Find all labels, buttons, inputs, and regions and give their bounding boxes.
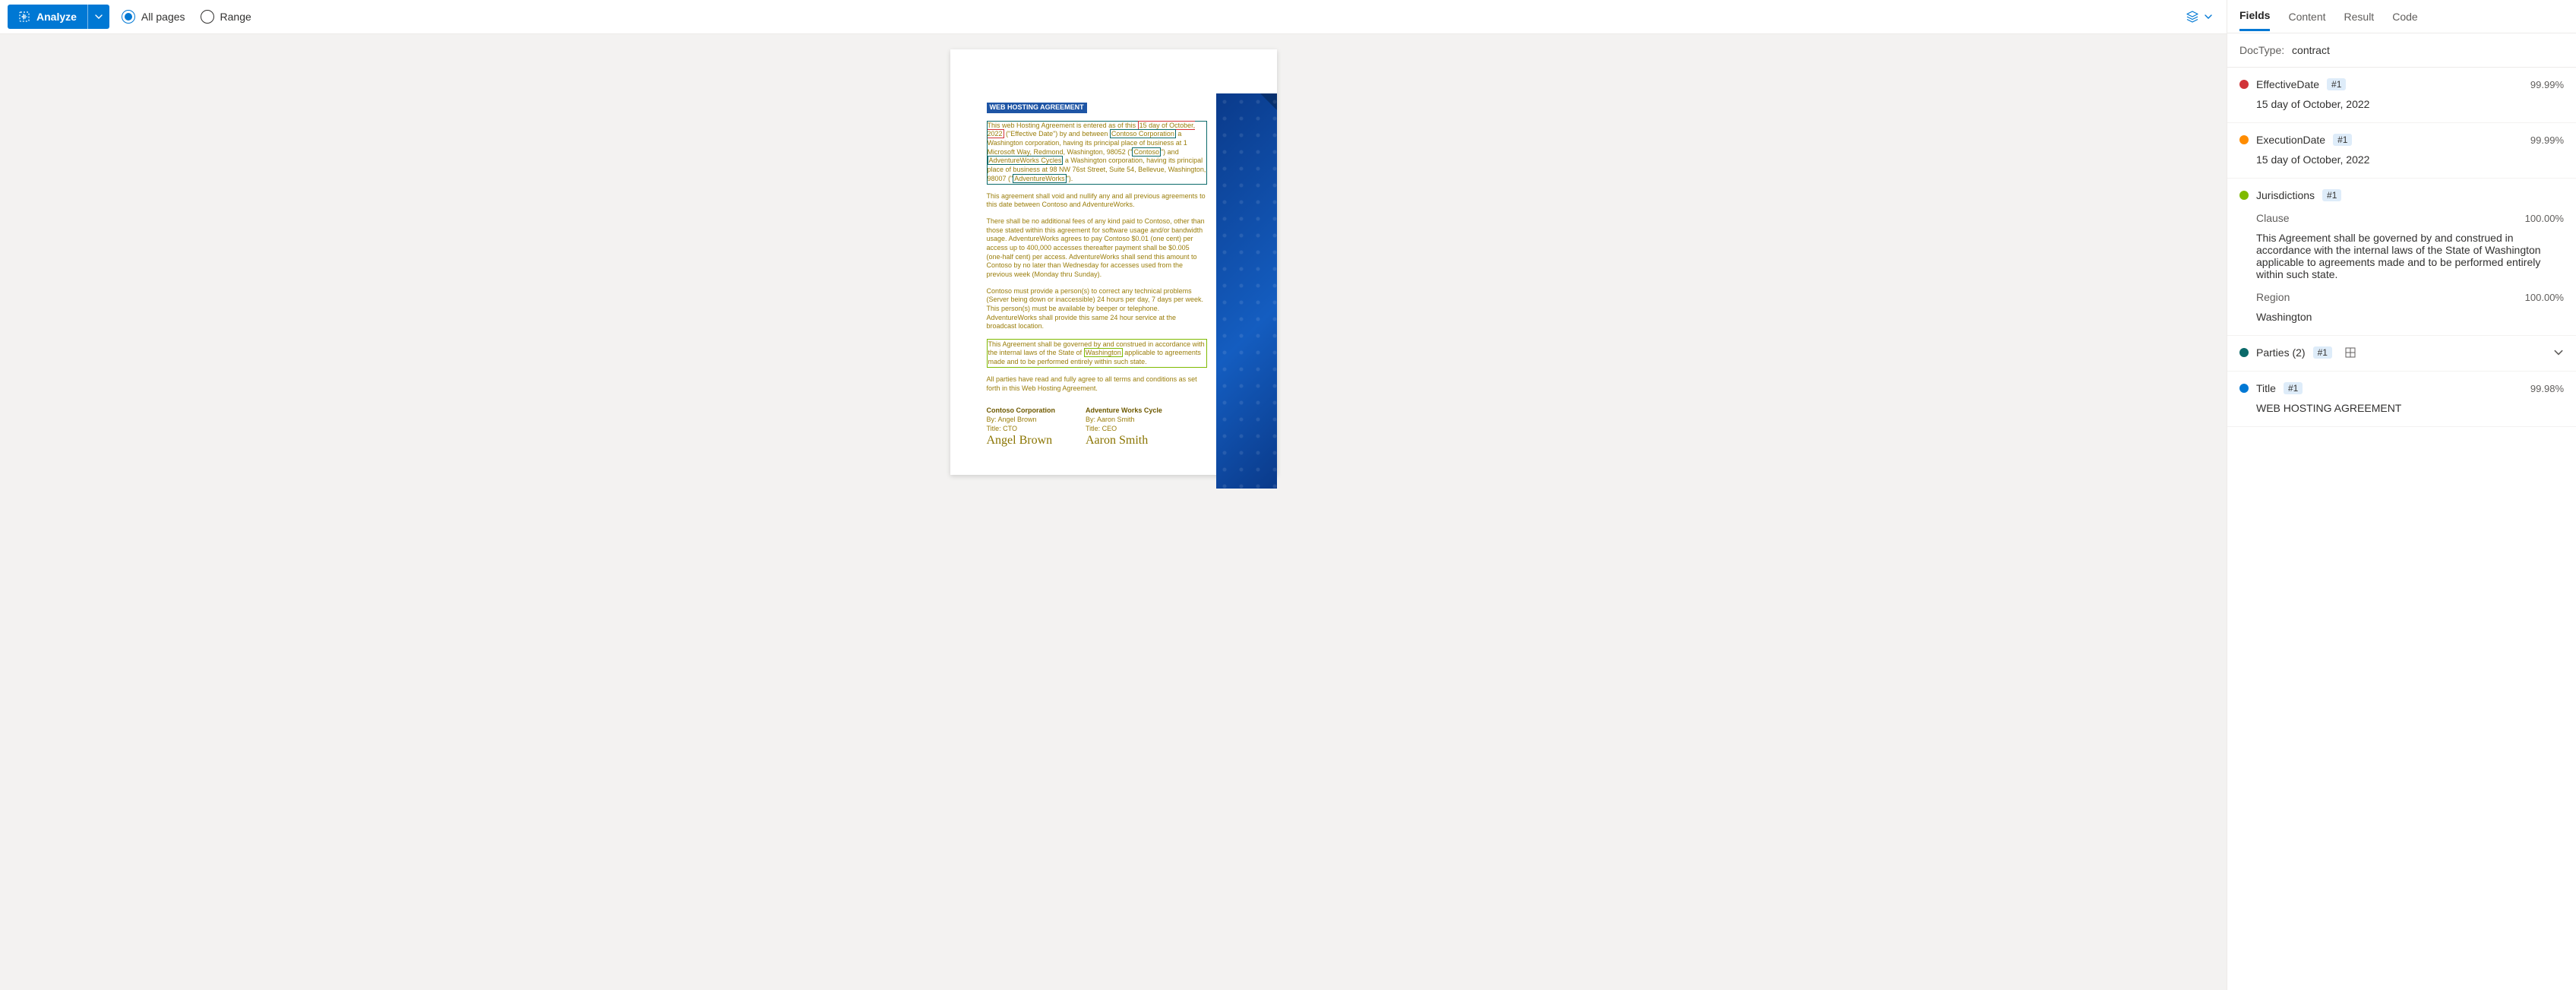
radio-icon: [122, 10, 135, 24]
confidence-value: 100.00%: [2525, 213, 2564, 224]
chevron-down-icon: [2204, 12, 2213, 21]
layers-icon: [2186, 10, 2199, 24]
field-title[interactable]: Title #1 99.98% WEB HOSTING AGREEMENT: [2227, 372, 2576, 427]
highlight-party-contoso: Contoso Corporation: [1110, 129, 1176, 138]
field-count-pill: #1: [2333, 134, 2352, 146]
subfield-clause-header: Clause 100.00%: [2256, 212, 2564, 224]
radio-range-label: Range: [220, 11, 251, 23]
field-jurisdictions[interactable]: Jurisdictions #1 Clause 100.00% This Agr…: [2227, 179, 2576, 336]
field-color-dot: [2239, 191, 2249, 200]
doc-para: Contoso must provide a person(s) to corr…: [987, 287, 1207, 331]
field-value: 15 day of October, 2022: [2256, 98, 2564, 110]
subfield-region-value: Washington: [2256, 311, 2564, 323]
confidence-value: 99.99%: [2530, 134, 2564, 146]
doc-para: All parties have read and fully agree to…: [987, 375, 1207, 393]
analyze-button-main[interactable]: Analyze: [8, 5, 87, 29]
table-icon[interactable]: [2344, 346, 2356, 359]
subfield-clause-value: This Agreement shall be governed by and …: [2256, 232, 2564, 280]
confidence-value: 100.00%: [2525, 292, 2564, 303]
highlight-jurisdiction-clause: This Agreement shall be governed by and …: [987, 339, 1207, 368]
tab-code[interactable]: Code: [2392, 3, 2417, 30]
field-effective-date[interactable]: EffectiveDate #1 99.99% 15 day of Octobe…: [2227, 68, 2576, 123]
doctype-row: DocType: contract: [2227, 33, 2576, 68]
doctype-value: contract: [2292, 44, 2330, 56]
confidence-value: 99.98%: [2530, 383, 2564, 394]
analyze-label: Analyze: [36, 11, 77, 23]
field-name: Jurisdictions: [2256, 189, 2315, 201]
field-color-dot: [2239, 80, 2249, 89]
tab-content[interactable]: Content: [2288, 3, 2325, 30]
page-decorative-sidebar: [1216, 93, 1277, 489]
analyze-icon: [18, 11, 30, 23]
chevron-down-icon: [94, 12, 103, 21]
doctype-label: DocType:: [2239, 44, 2284, 56]
field-count-pill: #1: [2327, 78, 2346, 90]
toolbar: Analyze All pages Range: [0, 0, 2227, 34]
field-name: EffectiveDate: [2256, 78, 2319, 90]
document-page: WEB HOSTING AGREEMENT This web Hosting A…: [950, 49, 1277, 475]
tab-result[interactable]: Result: [2344, 3, 2375, 30]
page-scope-radio-group: All pages Range: [122, 10, 251, 24]
results-panel: Fields Content Result Code DocType: cont…: [2227, 0, 2576, 990]
results-tabs: Fields Content Result Code: [2227, 0, 2576, 33]
analyze-button-dropdown[interactable]: [87, 5, 109, 29]
doc-para: There shall be no additional fees of any…: [987, 217, 1207, 280]
doc-para: This agreement shall void and nullify an…: [987, 192, 1207, 210]
field-value: WEB HOSTING AGREEMENT: [2256, 402, 2564, 414]
radio-range[interactable]: Range: [201, 10, 251, 24]
field-parties[interactable]: Parties (2) #1: [2227, 336, 2576, 372]
field-color-dot: [2239, 348, 2249, 357]
radio-icon: [201, 10, 214, 24]
doc-para-intro: This web Hosting Agreement is entered as…: [987, 121, 1207, 185]
radio-all-pages[interactable]: All pages: [122, 10, 185, 24]
subfield-region-header: Region 100.00%: [2256, 291, 2564, 303]
highlight-region: Washington: [1084, 348, 1123, 357]
field-count-pill: #1: [2313, 346, 2332, 359]
tab-fields[interactable]: Fields: [2239, 2, 2270, 31]
doc-title-highlight: WEB HOSTING AGREEMENT: [987, 103, 1087, 113]
chevron-down-icon[interactable]: [2553, 347, 2564, 358]
field-name: Parties (2): [2256, 346, 2306, 359]
field-count-pill: #1: [2322, 189, 2341, 201]
field-color-dot: [2239, 384, 2249, 393]
field-name: ExecutionDate: [2256, 134, 2325, 146]
analyze-button[interactable]: Analyze: [8, 5, 109, 29]
confidence-value: 99.99%: [2530, 79, 2564, 90]
field-color-dot: [2239, 135, 2249, 144]
document-canvas[interactable]: WEB HOSTING AGREEMENT This web Hosting A…: [0, 34, 2227, 990]
layers-dropdown[interactable]: [2186, 10, 2219, 24]
field-name: Title: [2256, 382, 2276, 394]
field-value: 15 day of October, 2022: [2256, 153, 2564, 166]
field-count-pill: #1: [2284, 382, 2303, 394]
signature-contoso: Contoso Corporation By: Angel Brown Titl…: [987, 406, 1056, 449]
field-execution-date[interactable]: ExecutionDate #1 99.99% 15 day of Octobe…: [2227, 123, 2576, 179]
radio-all-label: All pages: [141, 11, 185, 23]
highlight-party-aw: AdventureWorks Cycles: [988, 156, 1064, 165]
signature-adventureworks: Adventure Works Cycle By: Aaron Smith Ti…: [1086, 406, 1162, 449]
signature-block: Contoso Corporation By: Angel Brown Titl…: [987, 406, 1207, 449]
